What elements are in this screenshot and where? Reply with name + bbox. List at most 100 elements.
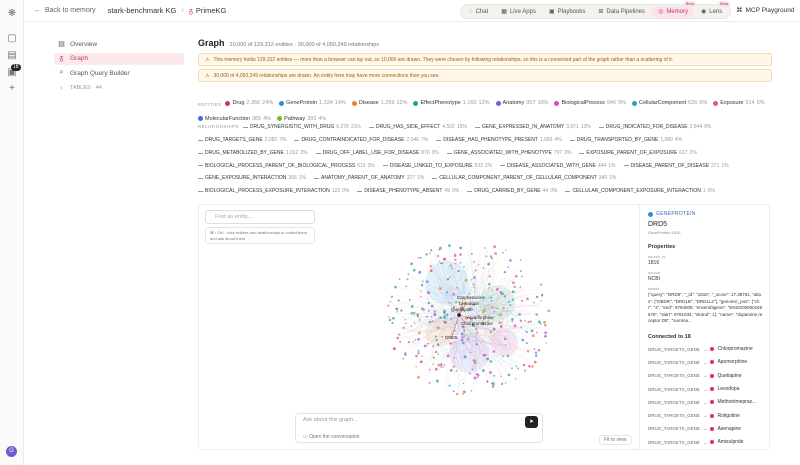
graph-node[interactable] <box>425 253 428 256</box>
node-label[interactable]: Apomorphine <box>467 315 494 320</box>
add-icon[interactable]: + <box>6 83 18 95</box>
graph-node[interactable] <box>432 363 434 365</box>
graph-node[interactable] <box>425 315 429 318</box>
graph-node[interactable] <box>514 378 517 380</box>
graph-node[interactable] <box>462 382 465 385</box>
graph-node[interactable] <box>418 270 422 274</box>
graph-node[interactable] <box>433 310 436 313</box>
graph-node[interactable] <box>473 359 477 363</box>
relationship-chip[interactable]: BIOLOGICAL_PROCESS_EXPOSURE_INTERACTION 1… <box>198 185 349 198</box>
graph-node[interactable] <box>397 299 400 302</box>
graph-node[interactable] <box>509 304 512 307</box>
graph-node[interactable] <box>511 367 513 370</box>
graph-node[interactable] <box>496 307 499 310</box>
graph-node[interactable] <box>396 336 400 340</box>
graph-node[interactable] <box>511 298 514 301</box>
graph-node[interactable] <box>535 331 538 334</box>
graph-node[interactable] <box>488 275 491 278</box>
connection-row[interactable]: DRUG_TARGETS_GENE → Apomorphine <box>648 356 763 369</box>
graph-node[interactable] <box>504 382 507 384</box>
graph-node[interactable] <box>441 262 444 265</box>
graph-node[interactable] <box>391 321 394 324</box>
graph-node[interactable] <box>415 354 418 358</box>
graph-node[interactable] <box>429 252 431 255</box>
tab-chat[interactable]: ◌ Chat <box>463 6 494 18</box>
graph-node[interactable] <box>443 364 446 366</box>
graph-node[interactable] <box>410 305 414 308</box>
graph-node[interactable] <box>472 283 475 286</box>
graph-node[interactable] <box>396 310 399 313</box>
graph-node[interactable] <box>513 285 516 288</box>
graph-node[interactable] <box>446 354 450 358</box>
graph-node[interactable] <box>417 352 420 355</box>
connection-row[interactable]: DRUG_TARGETS_GENE → Asenapine <box>648 422 763 435</box>
entity-chip[interactable]: Drug 2,356 24% <box>225 96 273 110</box>
graph-node[interactable] <box>390 295 394 298</box>
avatar[interactable]: G <box>6 446 17 457</box>
graph-node[interactable] <box>439 316 442 319</box>
graph-node[interactable] <box>531 365 534 368</box>
graph-node[interactable] <box>459 246 463 250</box>
graph-node[interactable] <box>503 337 507 341</box>
entity-chip[interactable]: EffectPhenotype 1,160 12% <box>413 96 490 110</box>
graph-node[interactable] <box>501 292 504 296</box>
graph-node[interactable] <box>419 296 422 298</box>
graph-node[interactable] <box>446 278 450 281</box>
graph-node[interactable] <box>466 338 469 341</box>
graph-node[interactable] <box>509 259 512 262</box>
relationship-chip[interactable]: DISEASE_LINKED_TO_EXPOSURE 533 2% <box>382 160 492 173</box>
relationship-chip[interactable]: ANATOMY_PARENT_OF_ANATOMY 327 1% <box>313 172 424 185</box>
graph-node[interactable] <box>526 297 529 301</box>
graph-node[interactable] <box>408 298 411 301</box>
graph-node[interactable] <box>487 282 491 286</box>
graph-node[interactable] <box>489 255 492 258</box>
graph-node[interactable] <box>507 301 510 304</box>
graph-node[interactable] <box>534 354 538 357</box>
graph-node[interactable] <box>418 318 421 321</box>
graph-node[interactable] <box>537 320 541 324</box>
graph-node[interactable] <box>505 249 507 251</box>
graph-node[interactable] <box>470 389 473 392</box>
relationship-chip[interactable]: BIOLOGICAL_PROCESS_PARENT_OF_BIOLOGICAL_… <box>198 160 375 173</box>
graph-node[interactable] <box>435 339 438 342</box>
graph-node[interactable] <box>421 355 423 358</box>
graph-node[interactable] <box>460 332 464 336</box>
graph-node[interactable] <box>456 286 459 289</box>
entity-search-input[interactable]: Find an entity... <box>205 210 315 224</box>
graph-node[interactable] <box>459 261 462 264</box>
graph-node[interactable] <box>427 301 431 305</box>
connection-row[interactable]: DRUG_TARGETS_GENE → Chlorpromazine <box>648 343 763 356</box>
graph-node[interactable] <box>511 320 514 323</box>
graph-node[interactable] <box>524 369 527 372</box>
graph-node[interactable] <box>540 300 543 302</box>
graph-node[interactable] <box>460 338 464 342</box>
graph-node[interactable] <box>511 317 514 321</box>
graph-node[interactable] <box>440 365 443 368</box>
graph-node[interactable] <box>430 304 434 308</box>
graph-node[interactable] <box>498 321 501 324</box>
relationship-chip[interactable]: DRUG_CARRIED_BY_GENE 44 0% <box>467 185 557 198</box>
graph-node[interactable] <box>531 334 535 338</box>
graph-node[interactable] <box>429 269 433 273</box>
relationship-chip[interactable]: CELLULAR_COMPONENT_EXPOSURE_INTERACTION 1… <box>565 185 715 198</box>
graph-node[interactable] <box>493 374 496 377</box>
fit-to-view-button[interactable]: Fit to view <box>599 435 632 445</box>
graph-node[interactable] <box>521 299 524 302</box>
graph-node[interactable] <box>481 369 485 372</box>
graph-node[interactable] <box>519 270 522 272</box>
graph-node[interactable] <box>427 342 429 345</box>
graph-node[interactable] <box>469 372 472 375</box>
graph-node[interactable] <box>435 335 438 338</box>
graph-node[interactable] <box>441 335 443 338</box>
graph-node[interactable] <box>448 384 451 387</box>
graph-node[interactable] <box>421 280 424 283</box>
node-label[interactable]: Quetiapine <box>451 307 473 312</box>
graph-node[interactable] <box>452 292 456 296</box>
graph-node[interactable] <box>492 350 496 353</box>
graph-node[interactable] <box>519 319 522 322</box>
graph-node[interactable] <box>442 257 446 261</box>
node-label[interactable]: Levodopa <box>459 301 479 306</box>
graph-node[interactable] <box>541 293 544 296</box>
graph-node[interactable] <box>507 266 509 269</box>
sidebar-item-graph[interactable]: ᵹ Graph <box>54 52 184 65</box>
